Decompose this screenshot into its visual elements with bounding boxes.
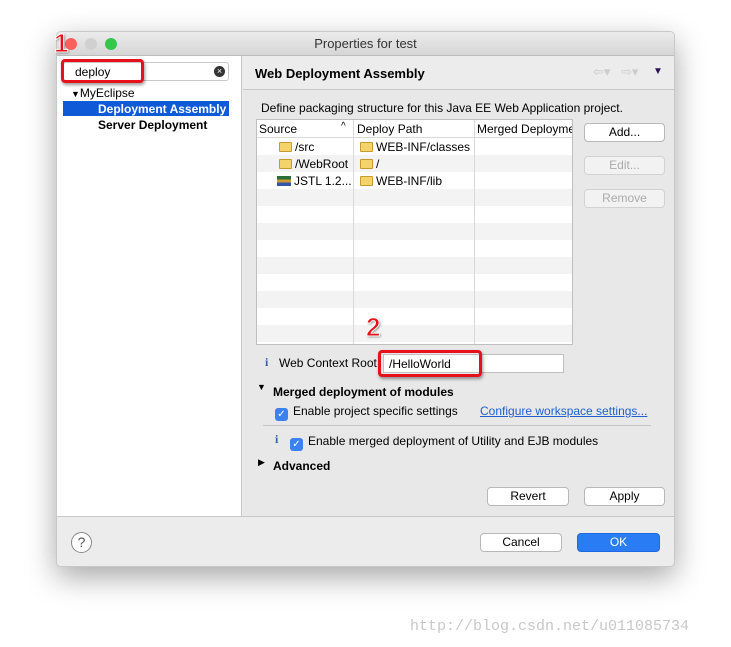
- info-icon: i: [275, 432, 279, 446]
- add-button[interactable]: Add...: [584, 123, 665, 142]
- forward-icon[interactable]: ⇨▾: [621, 64, 638, 80]
- configure-workspace-link[interactable]: Configure workspace settings...: [480, 404, 647, 418]
- column-header-deploy-path[interactable]: Deploy Path: [357, 122, 422, 136]
- cell-path: WEB-INF/classes: [376, 140, 471, 154]
- folder-icon: [279, 159, 292, 169]
- column-header-source[interactable]: Source: [259, 122, 297, 136]
- table-row[interactable]: JSTL 1.2... WEB-INF/lib: [257, 172, 572, 189]
- folder-icon: [360, 159, 373, 169]
- info-icon: i: [265, 355, 269, 369]
- edit-button[interactable]: Edit...: [584, 156, 665, 175]
- expand-triangle-icon: ▼: [71, 89, 80, 99]
- cell-source: /src: [295, 140, 315, 154]
- properties-dialog: Properties for test deploy × ▼MyEclipse …: [56, 31, 675, 567]
- minimize-window-button[interactable]: [85, 38, 97, 50]
- left-pane: deploy × ▼MyEclipse Deployment Assembly …: [57, 56, 242, 516]
- dialog-footer: ? Cancel OK: [57, 516, 674, 566]
- apply-button[interactable]: Apply: [584, 487, 665, 506]
- page-description: Define packaging structure for this Java…: [261, 101, 623, 115]
- enable-merged-checkbox[interactable]: ✓ Enable merged deployment of Utility and…: [290, 434, 598, 451]
- view-menu-icon[interactable]: ▼: [653, 66, 663, 77]
- table-row[interactable]: /WebRoot /: [257, 155, 572, 172]
- annotation-box-2: [378, 350, 482, 377]
- checkmark-icon: ✓: [275, 408, 288, 421]
- watermark: http://blog.csdn.net/u011085734: [410, 618, 690, 635]
- checkbox-label: Enable merged deployment of Utility and …: [308, 434, 599, 448]
- enable-project-checkbox[interactable]: ✓ Enable project specific settings: [275, 404, 458, 421]
- page-title: Web Deployment Assembly: [255, 66, 425, 81]
- window-title: Properties for test: [314, 36, 417, 51]
- cell-source: JSTL 1.2...: [294, 174, 352, 188]
- merged-section-title[interactable]: Merged deployment of modules: [273, 385, 454, 399]
- clear-filter-icon[interactable]: ×: [214, 66, 225, 77]
- folder-icon: [279, 142, 292, 152]
- advanced-section-title[interactable]: Advanced: [273, 459, 330, 473]
- annotation-box-1: [61, 59, 144, 83]
- back-icon[interactable]: ⇦▾: [593, 64, 610, 80]
- annotation-number-1: 1: [53, 28, 69, 59]
- checkmark-icon: ✓: [290, 438, 303, 451]
- page-header: Web Deployment Assembly ⇦▾ ⇨▾ ▼: [243, 56, 674, 90]
- help-icon[interactable]: ?: [71, 532, 92, 553]
- remove-button[interactable]: Remove: [584, 189, 665, 208]
- sort-ascending-icon: ^: [341, 121, 346, 132]
- revert-button[interactable]: Revert: [487, 487, 569, 506]
- library-icon: [277, 176, 291, 186]
- checkbox-label: Enable project specific settings: [293, 404, 458, 418]
- folder-icon: [360, 176, 373, 186]
- cell-source: /WebRoot: [295, 157, 349, 171]
- title-bar: Properties for test: [57, 32, 674, 56]
- cell-path: WEB-INF/lib: [376, 174, 442, 188]
- ok-button[interactable]: OK: [577, 533, 660, 552]
- annotation-number-2: 2: [365, 312, 381, 343]
- folder-icon: [360, 142, 373, 152]
- cancel-button[interactable]: Cancel: [480, 533, 562, 552]
- collapse-triangle-icon[interactable]: ▼: [257, 382, 266, 392]
- divider: [263, 425, 651, 426]
- expand-triangle-icon[interactable]: ▶: [258, 457, 265, 468]
- column-header-merged[interactable]: Merged Deployme: [477, 122, 572, 136]
- tree-item-server-deployment[interactable]: Server Deployment: [98, 118, 207, 132]
- table-header: Source ^ Deploy Path Merged Deployme: [257, 120, 572, 138]
- tree-item-label: Deployment Assembly: [98, 102, 227, 116]
- table-row[interactable]: /src WEB-INF/classes: [257, 138, 572, 155]
- assembly-table[interactable]: Source ^ Deploy Path Merged Deployme /sr…: [256, 119, 573, 345]
- tree-item-deployment-assembly[interactable]: Deployment Assembly: [63, 101, 229, 116]
- tree-item-label: Server Deployment: [98, 118, 208, 132]
- context-root-label: Web Context Root:: [279, 356, 381, 370]
- tree-root-label: MyEclipse: [79, 86, 135, 100]
- tree-root[interactable]: ▼MyEclipse: [71, 86, 135, 100]
- zoom-window-button[interactable]: [105, 38, 117, 50]
- cell-path: /: [376, 157, 380, 171]
- right-pane: Web Deployment Assembly ⇦▾ ⇨▾ ▼ Define p…: [243, 56, 674, 516]
